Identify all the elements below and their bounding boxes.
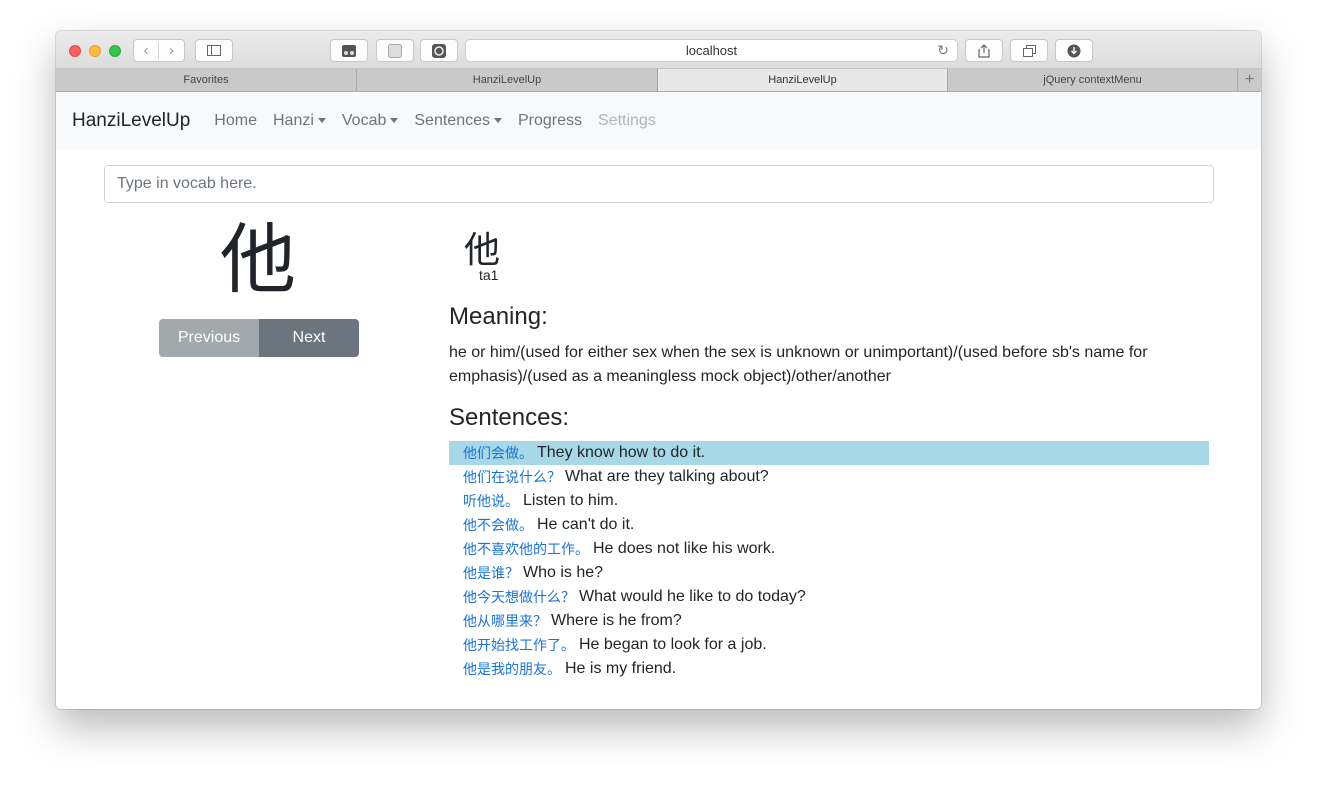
sentence-english: He is my friend. (565, 660, 677, 677)
nav-label: Hanzi (272, 112, 314, 129)
nav-label: Progress (517, 112, 583, 129)
sentence-english: Listen to him. (523, 492, 619, 509)
nav-label: Settings (598, 112, 656, 129)
close-window-button[interactable] (69, 45, 81, 57)
sentence-item[interactable]: 他不喜欢他的工作。 He does not like his work. (449, 537, 1209, 561)
meaning-heading: Meaning: (449, 303, 548, 330)
forward-icon[interactable]: › (159, 42, 184, 59)
tabs-overview-button[interactable] (1010, 39, 1048, 62)
sentence-item[interactable]: 他是谁？ Who is he? (449, 561, 1209, 585)
nav-label: Sentences (414, 112, 490, 129)
tab-jquery-contextmenu[interactable]: jQuery contextMenu (948, 69, 1238, 91)
tab-label: HanziLevelUp (768, 74, 837, 86)
sentence-list: 他们会做。 They know how to do it. 他们在说什么？ What… (449, 441, 1209, 681)
sentence-item[interactable]: 他今天想做什么？ What would he like to do today? (449, 585, 1209, 609)
zoom-window-button[interactable] (109, 45, 121, 57)
tab-favorites[interactable]: Favorites (56, 69, 357, 91)
sentence-chinese[interactable]: 他是谁？ (463, 563, 519, 583)
sentence-chinese[interactable]: 他不会做。 (463, 515, 533, 535)
sentence-english: They know how to do it. (537, 444, 706, 461)
sentence-item[interactable]: 听他说。 Listen to him. (449, 489, 1209, 513)
sentence-chinese[interactable]: 他从哪里来？ (463, 611, 547, 631)
caret-down-icon (493, 118, 502, 124)
back-icon[interactable]: ‹ (134, 42, 159, 59)
minimize-window-button[interactable] (89, 45, 101, 57)
caret-down-icon (317, 118, 326, 124)
title-bar: ‹ › localhost ↻ (56, 31, 1261, 69)
plus-icon: + (1244, 71, 1255, 88)
sentence-chinese[interactable]: 听他说。 (463, 491, 519, 511)
brand-link[interactable]: HanziLevelUp (72, 110, 190, 132)
caret-down-icon (390, 118, 399, 124)
prev-next-group: Previous Next (159, 319, 359, 357)
downloads-button[interactable] (1055, 39, 1093, 62)
current-character: 他 (220, 215, 296, 304)
meaning-text: he or him/(used for either sex when the … (449, 344, 1148, 385)
sentence-item[interactable]: 他从哪里来？ Where is he from? (449, 609, 1209, 633)
extension-button-1[interactable] (330, 39, 368, 62)
tab-hanzilevelup-1[interactable]: HanziLevelUp (357, 69, 658, 91)
sentence-english: He can't do it. (537, 516, 635, 533)
address-bar[interactable]: localhost ↻ (465, 39, 958, 62)
sentence-item[interactable]: 他开始找工作了。 He began to look for a job. (449, 633, 1209, 657)
nav-label: Vocab (341, 112, 387, 129)
nav-home[interactable]: Home (214, 112, 257, 130)
extension-button-2[interactable] (376, 39, 414, 62)
sentence-item[interactable]: 他是我的朋友。 He is my friend. (449, 657, 1209, 681)
tab-hanzilevelup-2[interactable]: HanziLevelUp (658, 69, 948, 91)
nav-sentences-dropdown[interactable]: Sentences (414, 112, 502, 130)
sentence-chinese[interactable]: 他今天想做什么？ (463, 587, 575, 607)
tabs-icon (1022, 44, 1036, 57)
tab-label: HanziLevelUp (472, 74, 542, 86)
top-navbar: HanziLevelUp Home Hanzi Vocab Sentences … (56, 93, 1261, 149)
sentence-english: Where is he from? (551, 612, 682, 629)
nav-label: Home (214, 112, 257, 129)
url-text: localhost (685, 43, 738, 58)
back-forward-buttons: ‹ › (133, 39, 185, 62)
tab-label: jQuery contextMenu (1043, 74, 1142, 86)
nav-settings[interactable]: Settings (598, 112, 656, 130)
tab-bar: Favorites HanziLevelUp HanziLevelUp jQue… (56, 69, 1261, 92)
nav-progress[interactable]: Progress (518, 112, 582, 130)
sentence-english: He does not like his work. (593, 540, 776, 557)
browser-window: ‹ › localhost ↻ Favorites HanziLevelUp H… (56, 31, 1261, 709)
nav-vocab-dropdown[interactable]: Vocab (341, 112, 399, 130)
nav-hanzi-dropdown[interactable]: Hanzi (273, 112, 326, 130)
sentence-chinese[interactable]: 他不喜欢他的工作。 (463, 539, 589, 559)
detail-character: 他 (464, 230, 501, 271)
sentences-heading: Sentences: (449, 404, 570, 431)
download-icon (1067, 44, 1081, 57)
sentence-chinese[interactable]: 他们在说什么？ (463, 467, 561, 487)
share-button[interactable] (965, 39, 1003, 62)
sentence-english: Who is he? (523, 564, 604, 581)
dictionary-icon (388, 43, 402, 58)
page-content: HanziLevelUp Home Hanzi Vocab Sentences … (56, 93, 1261, 709)
sentence-item[interactable]: 他们在说什么？ What are they talking about? (449, 465, 1209, 489)
sentence-chinese[interactable]: 他开始找工作了。 (463, 635, 575, 655)
next-button[interactable]: Next (259, 319, 359, 357)
extension-icon (342, 44, 356, 57)
sentence-english: What are they talking about? (565, 468, 769, 485)
sentence-english: What would he like to do today? (579, 588, 806, 605)
sentence-english: He began to look for a job. (579, 636, 767, 653)
sentence-chinese[interactable]: 他是我的朋友。 (463, 659, 561, 679)
sentence-item[interactable]: 他们会做。 They know how to do it. (449, 441, 1209, 465)
sentence-item[interactable]: 他不会做。 He can't do it. (449, 513, 1209, 537)
new-tab-button[interactable]: + (1238, 69, 1261, 91)
vocab-search-input[interactable] (104, 165, 1214, 203)
sidebar-toggle-button[interactable] (195, 39, 233, 62)
previous-button[interactable]: Previous (159, 319, 259, 357)
record-icon (432, 43, 446, 58)
reload-icon[interactable]: ↻ (937, 42, 949, 59)
pinyin: ta1 (479, 267, 499, 283)
sidebar-icon (207, 45, 221, 56)
extension-button-3[interactable] (420, 39, 458, 62)
tab-label: Favorites (183, 74, 229, 86)
sentence-chinese[interactable]: 他们会做。 (463, 443, 533, 463)
share-icon (978, 43, 990, 58)
